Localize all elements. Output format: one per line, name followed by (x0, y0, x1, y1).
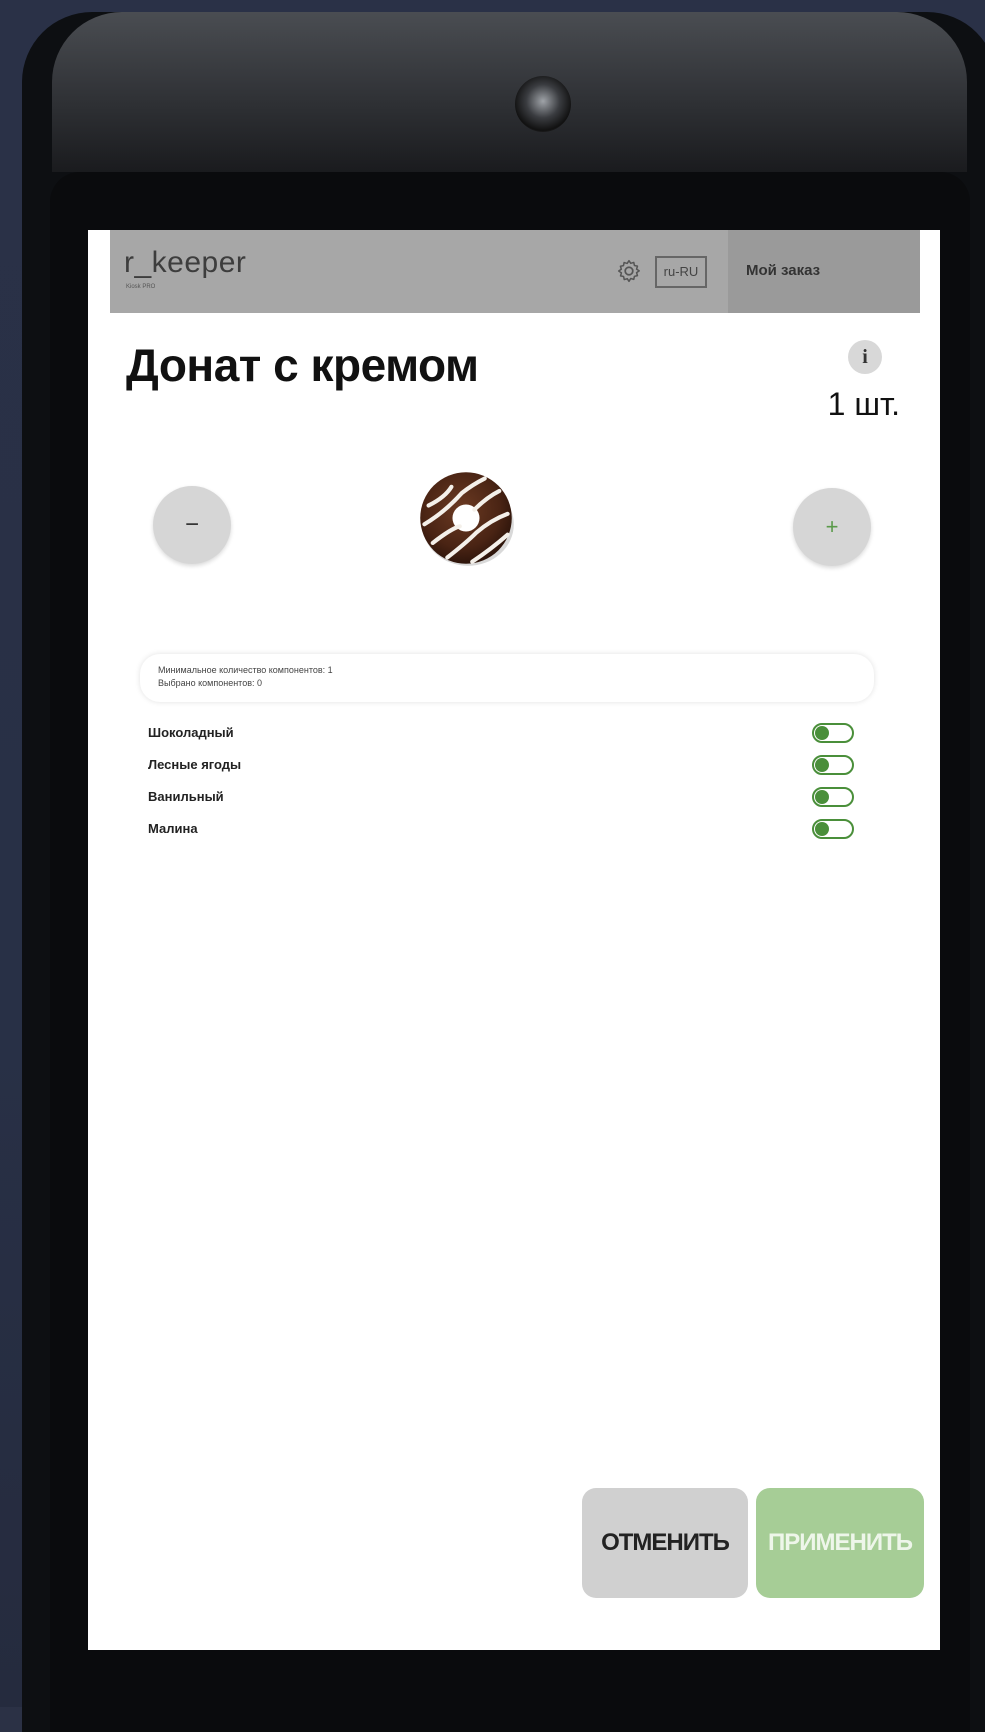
decrease-quantity-button[interactable]: − (153, 486, 231, 564)
gear-icon[interactable] (616, 258, 642, 284)
camera-icon (515, 76, 571, 132)
min-components-text: Минимальное количество компонентов: 1 (158, 665, 333, 675)
apply-button[interactable]: ПРИМЕНИТЬ (756, 1488, 924, 1598)
top-bar: r_keeper Kiosk PRO ru-RU Мой заказ (110, 230, 920, 313)
product-title: Донат с кремом (126, 339, 479, 391)
device-top-bezel (52, 12, 967, 172)
option-row[interactable]: Ванильный (148, 783, 888, 811)
option-row[interactable]: Шоколадный (148, 719, 888, 747)
option-label: Ванильный (148, 789, 224, 804)
option-label: Шоколадный (148, 725, 234, 740)
option-toggle[interactable] (812, 723, 854, 743)
cancel-button[interactable]: ОТМЕНИТЬ (582, 1488, 748, 1598)
selected-components-text: Выбрано компонентов: 0 (158, 678, 262, 688)
donut-image (420, 472, 514, 566)
info-icon[interactable]: i (848, 340, 882, 374)
option-toggle[interactable] (812, 755, 854, 775)
kiosk-screen: r_keeper Kiosk PRO ru-RU Мой заказ Донат… (88, 230, 940, 1650)
option-row[interactable]: Лесные ягоды (148, 751, 888, 779)
option-toggle[interactable] (812, 787, 854, 807)
increase-quantity-button[interactable]: + (793, 488, 871, 566)
quantity-display: 1 шт. (827, 386, 900, 422)
my-order-tab[interactable]: Мой заказ (728, 230, 920, 313)
app-logo: r_keeper (124, 246, 247, 279)
app-logo-subtitle: Kiosk PRO (126, 284, 156, 290)
language-button[interactable]: ru-RU (655, 256, 707, 288)
constraints-panel: Минимальное количество компонентов: 1 Вы… (140, 654, 874, 702)
option-row[interactable]: Малина (148, 815, 888, 843)
option-toggle[interactable] (812, 819, 854, 839)
my-order-label: Мой заказ (746, 262, 821, 279)
option-label: Лесные ягоды (148, 757, 242, 772)
option-label: Малина (148, 821, 198, 836)
